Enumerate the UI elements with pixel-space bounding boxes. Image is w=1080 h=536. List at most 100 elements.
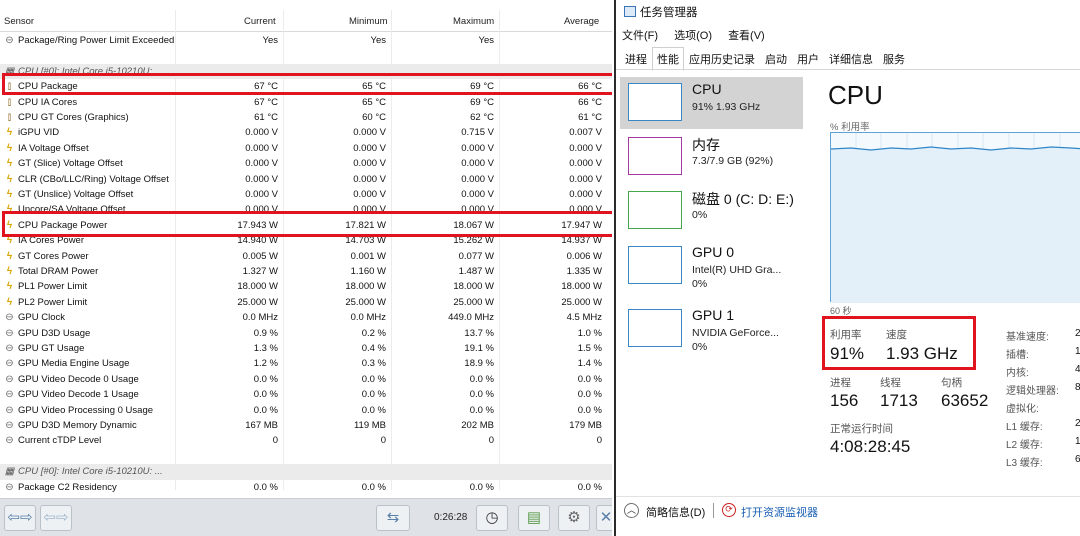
table-row[interactable]: ϟ CLR (CBo/LLC/Ring) Voltage Offset 0.000 … bbox=[0, 172, 612, 187]
table-row[interactable] bbox=[0, 449, 612, 464]
average-value: 4.5 MHz bbox=[566, 312, 602, 324]
col-minimum[interactable]: Minimum bbox=[349, 16, 388, 27]
table-row[interactable]: ⫾ CPU GT Cores (Graphics) 61 °C 60 °C 62 °C 6… bbox=[0, 110, 612, 125]
table-row[interactable]: ⊖ Package/Ring Power Limit Exceeded Yes Yes… bbox=[0, 33, 612, 48]
sensor-name: CPU [#0]: Intel Core i5-10210U: ... bbox=[18, 466, 163, 478]
uptime-value: 4:08:28:45 bbox=[830, 437, 911, 456]
nav-arrows-secondary-icon[interactable]: ⇦⇨ bbox=[40, 505, 72, 531]
table-row[interactable] bbox=[0, 48, 612, 63]
tab-performance[interactable]: 性能 bbox=[652, 47, 684, 71]
current-value: 61 °C bbox=[254, 112, 278, 123]
threads-value: 1713 bbox=[880, 391, 918, 410]
col-average[interactable]: Average bbox=[564, 16, 599, 27]
perf-item-gpu0[interactable]: GPU 0 Intel(R) UHD Gra... 0% bbox=[620, 240, 803, 292]
average-value: 25.000 W bbox=[561, 296, 602, 308]
table-row[interactable]: ϟ PL2 Power Limit 25.000 W 25.000 W 25.000 W… bbox=[0, 295, 612, 310]
average-value: 0.0 % bbox=[577, 373, 602, 385]
col-sensor[interactable]: Sensor bbox=[4, 16, 34, 27]
perf-item-memory[interactable]: 内存 7.3/7.9 GB (92%) bbox=[620, 131, 803, 183]
current-value: Yes bbox=[262, 35, 279, 46]
sensor-name: GPU Media Engine Usage bbox=[18, 358, 130, 370]
graph-fill bbox=[831, 147, 1080, 303]
table-row[interactable]: ⊖ GPU GT Usage 1.3 % 0.4 % 19.1 % 1.5 % bbox=[0, 341, 612, 356]
perf-item-cpu[interactable]: CPU 91% 1.93 GHz bbox=[620, 77, 803, 129]
resource-monitor-icon[interactable]: ⟳ bbox=[722, 503, 736, 517]
minimum-value: 0.2 % bbox=[361, 327, 386, 339]
table-row[interactable]: ⊖ GPU D3D Memory Dynamic 167 MB 119 MB 202 M… bbox=[0, 418, 612, 433]
table-row[interactable]: ϟ iGPU VID 0.000 V 0.000 V 0.715 V 0.007 V bbox=[0, 125, 612, 140]
network-icon[interactable]: ⇆ bbox=[376, 505, 410, 531]
menu-view[interactable]: 查看(V) bbox=[728, 30, 765, 42]
task-manager-footer: ︿ 简略信息(D) ⟳ 打开资源监视器 bbox=[616, 496, 1080, 536]
tab-processes[interactable]: 进程 bbox=[620, 47, 652, 71]
average-value: 0.000 V bbox=[569, 142, 602, 154]
minimum-value: Yes bbox=[370, 35, 387, 46]
current-value: 167 MB bbox=[245, 420, 278, 431]
thermometer-icon: ⫾ bbox=[7, 96, 12, 108]
sensor-name: GPU GT Usage bbox=[18, 343, 85, 354]
perf-item-gpu1[interactable]: GPU 1 NVIDIA GeForce... 0% bbox=[620, 303, 803, 355]
table-row[interactable]: ⊖ GPU Clock 0.0 MHz 0.0 MHz 449.0 MHz 4.5 MHz bbox=[0, 310, 612, 325]
chevron-up-icon[interactable]: ︿ bbox=[624, 503, 639, 518]
menu-options[interactable]: 选项(O) bbox=[674, 30, 712, 42]
current-value: 0.005 W bbox=[242, 250, 278, 262]
minimum-value: 0.000 V bbox=[353, 127, 386, 139]
open-resource-monitor-link[interactable]: 打开资源监视器 bbox=[741, 504, 818, 520]
highlight-util-speed bbox=[822, 316, 976, 370]
sensor-name: GPU Video Processing 0 Usage bbox=[18, 404, 154, 416]
sensor-group-header[interactable]: ▦ CPU [#0]: Intel Core i5-10210U: ... bbox=[0, 464, 612, 480]
average-value: 0 bbox=[596, 435, 602, 447]
maximum-value: 0.0 % bbox=[469, 373, 494, 385]
chip-icon: ▦ bbox=[4, 466, 15, 478]
col-current[interactable]: Current bbox=[244, 16, 276, 27]
current-value: 0.000 V bbox=[245, 158, 278, 170]
table-row[interactable]: ⫾ CPU IA Cores 67 °C 65 °C 69 °C 66 °C bbox=[0, 95, 612, 110]
l3-cache-value: 6 bbox=[1075, 454, 1080, 465]
table-row[interactable]: ϟ GT Cores Power 0.005 W 0.001 W 0.077 W 0.00… bbox=[0, 249, 612, 264]
table-row[interactable]: ⊖ GPU Media Engine Usage 1.2 % 0.3 % 18.9 % 1… bbox=[0, 356, 612, 371]
table-row[interactable]: ϟ GT (Slice) Voltage Offset 0.000 V 0.000 V… bbox=[0, 156, 612, 171]
perf-item-disk[interactable]: 磁盘 0 (C: D: E:) 0% bbox=[620, 185, 803, 237]
bolt-icon: ϟ bbox=[6, 250, 13, 262]
sensor-name: Total DRAM Power bbox=[18, 266, 99, 277]
table-row[interactable]: ϟ Total DRAM Power 1.327 W 1.160 W 1.487 W 1.… bbox=[0, 264, 612, 279]
report-icon[interactable]: ▤ bbox=[518, 505, 550, 531]
col-maximum[interactable]: Maximum bbox=[453, 16, 494, 27]
tab-bar: 进程 性能 应用历史记录 启动 用户 详细信息 服务 bbox=[620, 47, 910, 71]
maximum-value: 1.487 W bbox=[458, 266, 494, 277]
minimum-value: 0.0 % bbox=[361, 389, 386, 401]
maximum-value: 19.1 % bbox=[464, 343, 494, 354]
tab-details[interactable]: 详细信息 bbox=[824, 47, 878, 71]
tab-app-history[interactable]: 应用历史记录 bbox=[684, 47, 760, 71]
table-row[interactable]: ⊖ GPU Video Processing 0 Usage 0.0 % 0.0 % 0… bbox=[0, 403, 612, 418]
table-row[interactable]: ⊖ Package C2 Residency 0.0 % 0.0 % 0.0 % 0.0 … bbox=[0, 480, 612, 495]
perf-item-detail: 0% bbox=[692, 209, 708, 221]
tab-startup[interactable]: 启动 bbox=[760, 47, 792, 71]
close-icon[interactable]: ✕ bbox=[596, 505, 612, 531]
circle-icon: ⊖ bbox=[5, 343, 14, 354]
table-row[interactable]: ϟ IA Voltage Offset 0.000 V 0.000 V 0.000 V 0… bbox=[0, 141, 612, 156]
table-row[interactable]: ϟ GT (Unslice) Voltage Offset 0.000 V 0.000… bbox=[0, 187, 612, 202]
tab-users[interactable]: 用户 bbox=[792, 47, 824, 71]
maximum-value: 13.7 % bbox=[464, 327, 494, 339]
average-value: 1.335 W bbox=[566, 266, 602, 277]
settings-gear-icon[interactable]: ⚙ bbox=[558, 505, 590, 531]
perf-item-name: 内存 bbox=[692, 137, 720, 153]
nav-arrows-icon[interactable]: ⇦⇨ bbox=[4, 505, 36, 531]
table-row[interactable]: ⊖ GPU D3D Usage 0.9 % 0.2 % 13.7 % 1.0 % bbox=[0, 326, 612, 341]
fewer-details-link[interactable]: 简略信息(D) bbox=[646, 504, 705, 520]
clock-icon[interactable]: ◷ bbox=[476, 505, 508, 531]
table-row[interactable]: ⊖ GPU Video Decode 1 Usage 0.0 % 0.0 % 0.0 %… bbox=[0, 387, 612, 402]
current-value: 1.327 W bbox=[242, 266, 278, 277]
sensor-name: Package C2 Residency bbox=[18, 481, 117, 493]
minimum-value: 0.4 % bbox=[361, 343, 386, 354]
table-row[interactable]: ⊖ GPU Video Decode 0 Usage 0.0 % 0.0 % 0.0 %… bbox=[0, 372, 612, 387]
minimum-value: 0.3 % bbox=[361, 358, 386, 370]
table-row[interactable]: ⊖ Current cTDP Level 0 0 0 0 bbox=[0, 433, 612, 448]
tab-services[interactable]: 服务 bbox=[878, 47, 910, 71]
perf-item-detail-line1: Intel(R) UHD Gra... bbox=[692, 264, 782, 276]
bolt-icon: ϟ bbox=[6, 266, 13, 277]
sensor-name: PL1 Power Limit bbox=[18, 281, 88, 293]
menu-file[interactable]: 文件(F) bbox=[622, 30, 658, 42]
table-row[interactable]: ϟ PL1 Power Limit 18.000 W 18.000 W 18.000 W… bbox=[0, 279, 612, 294]
